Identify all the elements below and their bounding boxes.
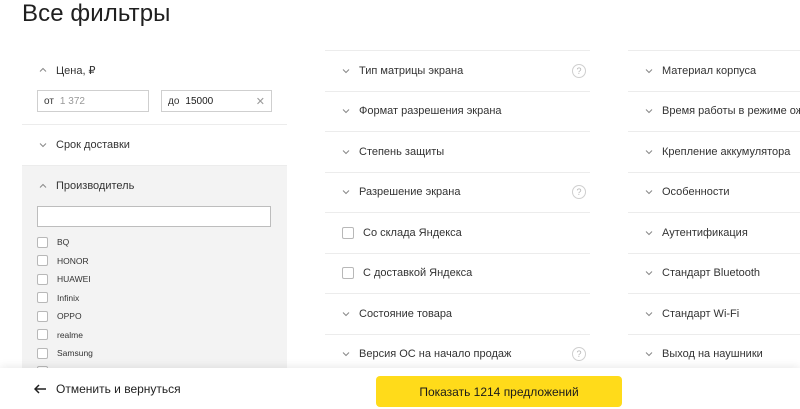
checkbox[interactable] (37, 273, 48, 285)
manufacturer-filter-header[interactable]: Производитель (22, 166, 287, 206)
filter-row[interactable]: Время работы в режиме ожид (628, 90, 800, 132)
chevron-down-icon (645, 229, 653, 237)
chevron-down-icon (645, 67, 653, 75)
manufacturer-filter: Производитель BQ HONOR HUAWEI Infinix OPPO re… (22, 165, 287, 370)
arrow-left-icon (33, 383, 46, 395)
price-to-value: 15000 (185, 95, 214, 107)
show-offers-button[interactable]: Показать 1214 предложений (376, 376, 622, 407)
manufacturer-search-input[interactable] (37, 206, 271, 227)
filter-label: Крепление аккумулятора (662, 145, 791, 158)
filter-row[interactable]: Тип матрицы экрана? (325, 50, 590, 91)
brand-label: HONOR (57, 255, 89, 266)
filter-label: Разрешение экрана (359, 186, 461, 199)
price-filter: Цена, ₽ от 1 372 до 15000 ✕ (22, 50, 287, 124)
help-icon[interactable]: ? (572, 185, 586, 200)
brand-label: Samsung (57, 348, 93, 359)
chevron-down-icon (342, 107, 350, 115)
filter-row[interactable]: Особенности (628, 171, 800, 213)
chevron-down-icon (39, 141, 47, 149)
clear-icon[interactable]: ✕ (256, 95, 265, 108)
filter-row[interactable]: Формат разрешения экрана (325, 90, 590, 132)
chevron-down-icon (645, 350, 653, 358)
brand-label: Infinix (57, 292, 80, 303)
filter-label: Состояние товара (359, 307, 453, 320)
chevron-down-icon (342, 188, 350, 196)
help-icon[interactable]: ? (572, 347, 586, 362)
filter-row[interactable]: Разрешение экрана? (325, 171, 590, 213)
brand-checkbox-item[interactable]: OPPO (22, 307, 287, 326)
chevron-down-icon (645, 148, 653, 156)
footer-bar: Отменить и вернуться Показать 1214 предл… (0, 368, 800, 409)
filter-row[interactable]: Крепление аккумулятора (628, 131, 800, 172)
chevron-down-icon (645, 107, 653, 115)
filter-row[interactable]: Степень защиты (325, 131, 590, 172)
chevron-down-icon (645, 269, 653, 277)
checkbox[interactable] (342, 267, 354, 280)
filter-label: Время работы в режиме ожид (662, 105, 800, 118)
filter-checkbox-row[interactable]: С доставкой Яндекса (325, 252, 590, 294)
price-to-prefix: до (168, 95, 180, 107)
filter-row[interactable]: Материал корпуса (628, 50, 800, 91)
chevron-up-icon (39, 182, 47, 190)
filter-label: Тип матрицы экрана (359, 64, 464, 77)
chevron-down-icon (645, 188, 653, 196)
filter-checkbox-row[interactable]: Со склада Яндекса (325, 212, 590, 253)
filter-row[interactable]: Стандарт Wi-Fi (628, 293, 800, 334)
price-to-field[interactable]: до 15000 ✕ (161, 90, 272, 112)
filter-label: Стандарт Wi-Fi (662, 307, 740, 320)
price-from-placeholder: 1 372 (59, 95, 85, 107)
page-title: Все фильтры (22, 0, 171, 27)
price-from-prefix: от (44, 95, 54, 107)
filter-label: Стандарт Bluetooth (662, 267, 761, 280)
filter-label: С доставкой Яндекса (363, 267, 473, 280)
checkbox[interactable] (342, 226, 354, 239)
cancel-button[interactable]: Отменить и вернуться (33, 382, 181, 396)
brand-checkbox-item[interactable]: realme (22, 326, 287, 345)
filter-row[interactable]: Аутентификация (628, 212, 800, 253)
manufacturer-label: Производитель (56, 180, 135, 192)
checkbox[interactable] (37, 329, 48, 341)
brand-label: BQ (57, 237, 70, 248)
brand-list: BQHONORHUAWEIInfinixOPPOrealmeSamsungTEC… (22, 233, 287, 370)
checkbox[interactable] (37, 310, 48, 322)
filter-label: Срок доставки (56, 139, 130, 151)
filters-column-2: Тип матрицы экрана? Формат разрешения экр… (325, 50, 590, 374)
cancel-label: Отменить и вернуться (56, 382, 181, 396)
chevron-down-icon (342, 350, 350, 358)
filter-label: Версия ОС на начало продаж (359, 348, 512, 361)
filter-label: Степень защиты (359, 145, 445, 158)
filter-label: Формат разрешения экрана (359, 105, 502, 118)
checkbox[interactable] (37, 292, 48, 304)
help-icon[interactable]: ? (572, 63, 586, 78)
price-label: Цена, ₽ (56, 64, 96, 77)
brand-label: realme (57, 329, 83, 340)
filter-delivery-time[interactable]: Срок доставки (22, 124, 287, 165)
brand-checkbox-item[interactable]: HUAWEI (22, 270, 287, 289)
filters-column-1: Цена, ₽ от 1 372 до 15000 ✕ Срок доставк… (22, 50, 287, 370)
chevron-down-icon (645, 310, 653, 318)
brand-checkbox-item[interactable]: HONOR (22, 252, 287, 271)
chevron-down-icon (342, 148, 350, 156)
checkbox[interactable] (37, 236, 48, 248)
filter-label: Выход на наушники (662, 348, 763, 361)
filter-label: Особенности (662, 186, 730, 199)
checkbox[interactable] (37, 255, 48, 267)
chevron-down-icon (342, 310, 350, 318)
checkbox[interactable] (37, 347, 48, 359)
filter-label: Со склада Яндекса (363, 226, 462, 239)
filter-label: Материал корпуса (662, 64, 757, 77)
filter-label: Аутентификация (662, 226, 748, 239)
chevron-down-icon (342, 67, 350, 75)
filter-row[interactable]: Стандарт Bluetooth (628, 252, 800, 294)
brand-checkbox-item[interactable]: Infinix (22, 289, 287, 308)
filters-column-3: Материал корпуса Время работы в режиме ож… (628, 50, 800, 374)
brand-checkbox-item[interactable]: BQ (22, 233, 287, 252)
brand-label: OPPO (57, 311, 82, 322)
chevron-up-icon (39, 66, 47, 74)
filter-row[interactable]: Состояние товара (325, 293, 590, 334)
brand-checkbox-item[interactable]: Samsung (22, 344, 287, 363)
price-filter-header[interactable]: Цена, ₽ (22, 50, 287, 90)
price-from-field[interactable]: от 1 372 (37, 90, 149, 112)
brand-label: HUAWEI (57, 274, 91, 285)
